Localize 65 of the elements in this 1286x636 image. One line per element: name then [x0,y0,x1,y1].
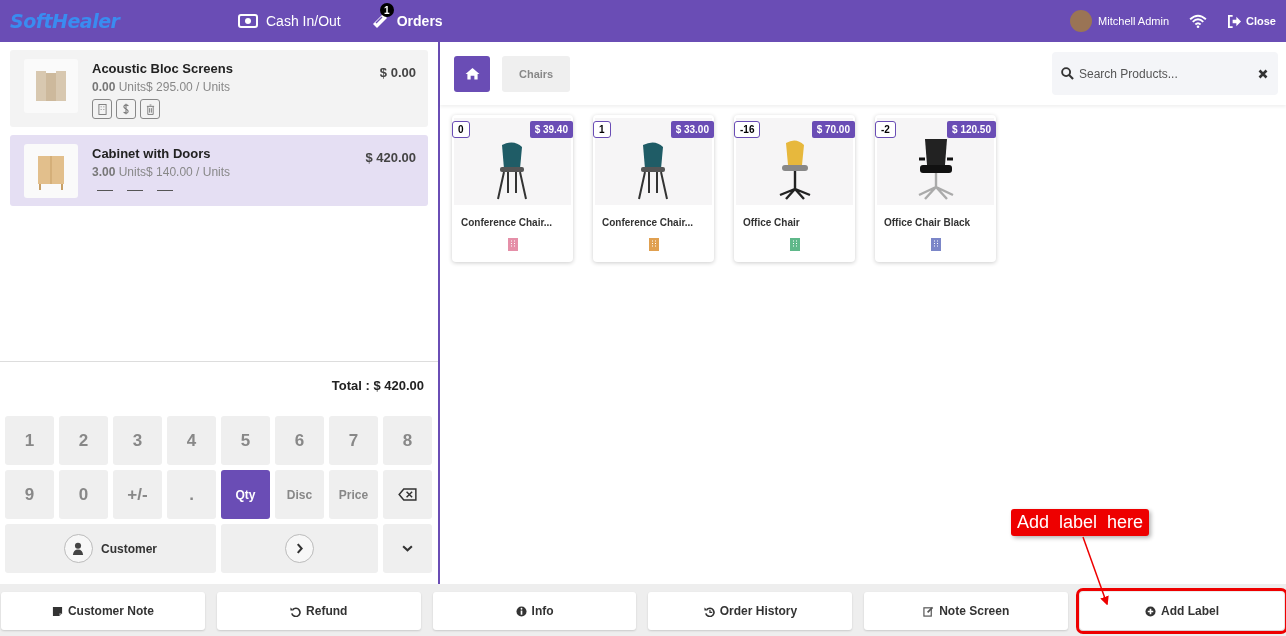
quantity-text: 3.00 Units$ 140.00 / Units [92,165,232,179]
note-button[interactable] [92,99,112,119]
chevron-down-icon [402,545,413,552]
product-name: Cabinet with Doors [92,146,212,161]
product-name: Office Chair [742,216,801,228]
placeholder-dash [157,189,173,191]
action-button[interactable]: Note Screen [864,592,1069,630]
stock-badge: -16 [734,121,761,138]
home-icon [464,67,480,80]
line-price: $ 0.00 [379,65,416,82]
sign-out-icon [1227,14,1243,28]
annotation-callout: Add label here [1011,509,1150,536]
count-badge: 1 [379,3,394,17]
action-button[interactable]: Refund [216,592,421,630]
stock-badge: 0 [452,121,470,138]
history-icon [703,605,715,617]
person-icon [72,542,85,555]
info-icon [515,605,527,617]
delete-button[interactable] [140,99,160,119]
customer-button[interactable]: Customer [5,524,216,573]
cash-icon [238,14,258,28]
chevron-right-icon [296,543,303,554]
product-card[interactable]: 0 $ 39.40 Conference Chair... [452,115,573,262]
placeholder-dash [127,189,143,191]
clear-icon [1258,69,1268,79]
nav-link[interactable]: Orders [396,13,443,29]
note-icon [51,605,63,617]
backspace-icon [398,488,417,501]
stock-badge: -2 [875,121,896,138]
stock-badge: 1 [593,121,611,138]
product-name: Acoustic Bloc Screens [92,61,234,76]
logo: SoftHealer [10,10,122,32]
mode-key[interactable]: Qty [221,470,270,519]
product-name: Conference Chair... [460,216,554,228]
wifi-icon [1189,14,1208,28]
building-icon [97,103,107,115]
close-button[interactable]: Close [1227,14,1276,28]
avatar [1070,10,1093,32]
product-card[interactable]: 1 $ 33.00 Conference Chair... [593,115,714,262]
price-badge: $ 33.00 [670,121,714,138]
product-name: Office Chair Black [883,216,972,228]
quantity-text: 0.00 Units$ 295.00 / Units [92,80,232,94]
product-card[interactable]: -16 $ 70.00 Office Chair [734,115,855,262]
price-badge: $ 120.50 [947,121,996,138]
price-badge: $ 70.00 [811,121,855,138]
price-badge: $ 39.40 [529,121,573,138]
placeholder-dash [97,189,113,191]
action-button[interactable]: Info [432,592,637,630]
trash-icon [145,103,155,115]
action-button[interactable]: Order History [648,592,853,630]
undo-icon [290,605,302,617]
price-button[interactable] [116,99,136,119]
search-field[interactable]: Search Products... [1052,52,1278,95]
home-button[interactable] [454,55,490,92]
plus-circle-icon [1145,605,1157,617]
user-name: Mitchell Admin [1098,15,1170,27]
product-name: Conference Chair... [601,216,695,228]
line-price: $ 420.00 [365,150,416,167]
nav-link[interactable]: Cash In/Out [266,13,341,29]
action-button[interactable]: Customer Note [1,592,205,630]
dollar-icon [122,103,130,115]
product-card[interactable]: -2 $ 120.50 Office Chair Black [875,115,996,262]
order-total: Total : $ 420.00 [330,377,425,395]
edit-icon [923,605,935,617]
backspace-key[interactable] [383,470,432,519]
